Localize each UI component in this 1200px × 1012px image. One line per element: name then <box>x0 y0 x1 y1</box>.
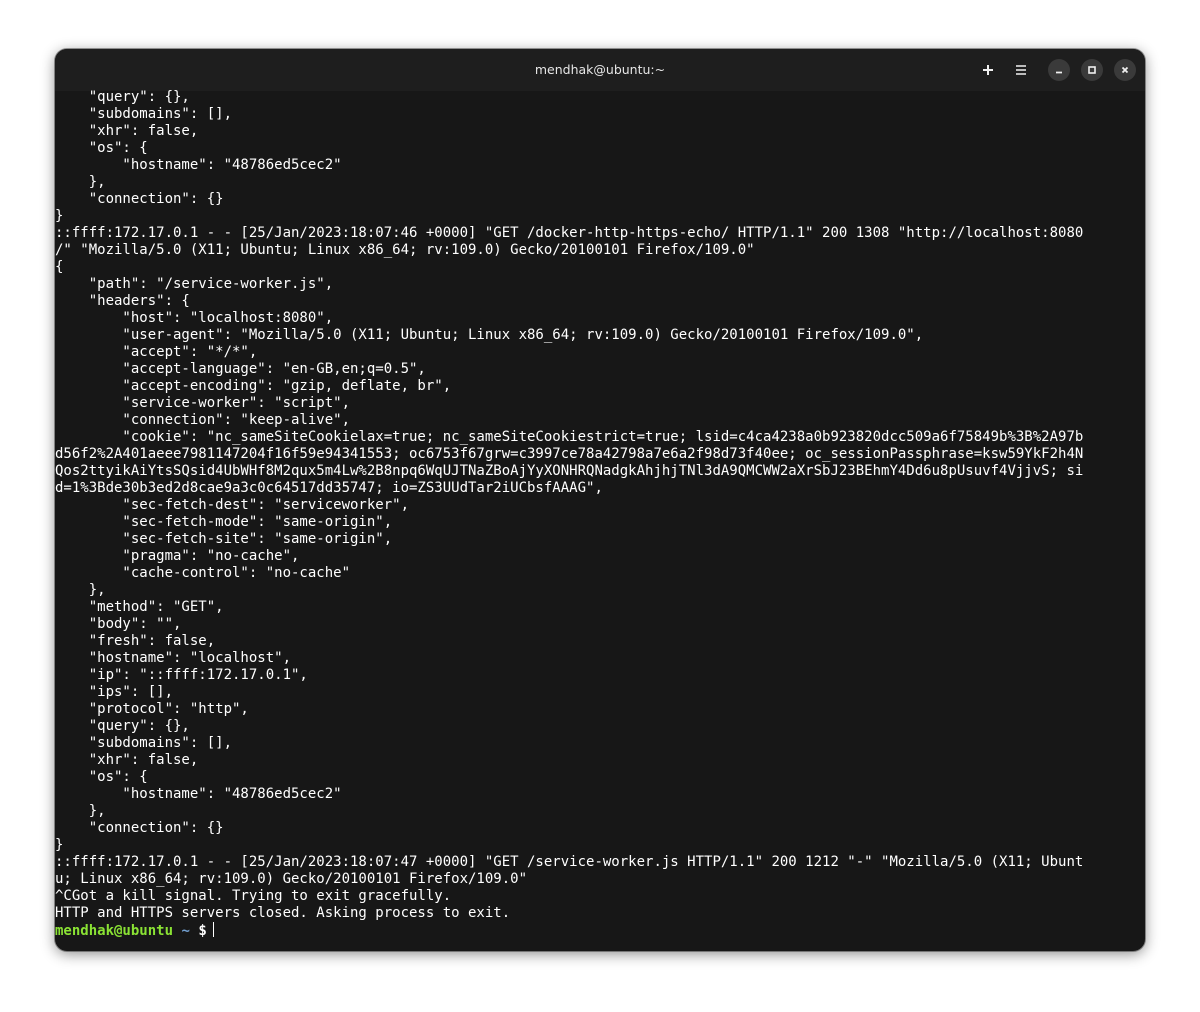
prompt-symbol: $ <box>198 923 207 939</box>
terminal-line: ^CGot a kill signal. Trying to exit grac… <box>55 888 452 904</box>
titlebar: mendhak@ubuntu:~ <box>55 49 1145 91</box>
terminal-line: "xhr": false, <box>55 123 199 139</box>
hamburger-menu-icon[interactable] <box>1010 59 1032 81</box>
terminal-line: "xhr": false, <box>55 752 199 768</box>
terminal-line: "os": { <box>55 769 148 785</box>
terminal-line: HTTP and HTTPS servers closed. Asking pr… <box>55 905 511 921</box>
terminal-line: "accept-encoding": "gzip, deflate, br", <box>55 378 452 394</box>
terminal-line: "query": {}, <box>55 89 190 105</box>
terminal-line: "protocol": "http", <box>55 701 249 717</box>
terminal-line: "sec-fetch-dest": "serviceworker", <box>55 497 410 513</box>
terminal-line: u; Linux x86_64; rv:109.0) Gecko/2010010… <box>55 871 528 887</box>
terminal-window: mendhak@ubuntu:~ "query": {}, "subdomain… <box>55 49 1145 951</box>
terminal-line: "body": "", <box>55 616 182 632</box>
terminal-line: d=1%3Bde30b3ed2d8cae9a3c0c64517dd35747; … <box>55 480 603 496</box>
terminal-line: "connection": {} <box>55 820 224 836</box>
terminal-line: "user-agent": "Mozilla/5.0 (X11; Ubuntu;… <box>55 327 924 343</box>
terminal-line: }, <box>55 174 106 190</box>
terminal-line: "path": "/service-worker.js", <box>55 276 334 292</box>
terminal-line: "ips": [], <box>55 684 174 700</box>
terminal-line: } <box>55 208 64 224</box>
terminal-line: "fresh": false, <box>55 633 216 649</box>
terminal-line: "sec-fetch-site": "same-origin", <box>55 531 393 547</box>
terminal-line: { <box>55 259 64 275</box>
terminal-line: "connection": {} <box>55 191 224 207</box>
terminal-line: "cookie": "nc_sameSiteCookielax=true; nc… <box>55 429 1084 445</box>
terminal-line: }, <box>55 582 106 598</box>
prompt-user-host: mendhak@ubuntu <box>55 923 174 939</box>
terminal-line: "subdomains": [], <box>55 735 233 751</box>
terminal-line: "pragma": "no-cache", <box>55 548 300 564</box>
terminal-line: /" "Mozilla/5.0 (X11; Ubuntu; Linux x86_… <box>55 242 755 258</box>
terminal-line: Qos2ttyikAiYtsSQsid4UbWHf8M2qux5m4Lw%2B8… <box>55 463 1084 479</box>
close-icon[interactable] <box>1114 59 1136 81</box>
terminal-line: "subdomains": [], <box>55 106 233 122</box>
plus-icon[interactable] <box>977 59 999 81</box>
terminal-line: "sec-fetch-mode": "same-origin", <box>55 514 393 530</box>
terminal-line: "accept": "*/*", <box>55 344 258 360</box>
terminal-line: "method": "GET", <box>55 599 224 615</box>
terminal-line: "os": { <box>55 140 148 156</box>
terminal-output[interactable]: "query": {}, "subdomains": [], "xhr": fa… <box>55 89 1145 949</box>
terminal-line: }, <box>55 803 106 819</box>
terminal-line: "service-worker": "script", <box>55 395 351 411</box>
terminal-line: "headers": { <box>55 293 190 309</box>
terminal-line: ::ffff:172.17.0.1 - - [25/Jan/2023:18:07… <box>55 225 1084 241</box>
prompt-path: ~ <box>181 923 190 939</box>
shell-prompt[interactable]: mendhak@ubuntu ~ $ <box>55 922 1145 939</box>
terminal-line: } <box>55 837 64 853</box>
terminal-line: "cache-control": "no-cache" <box>55 565 351 581</box>
terminal-line: "ip": "::ffff:172.17.0.1", <box>55 667 308 683</box>
terminal-line: "connection": "keep-alive", <box>55 412 351 428</box>
maximize-icon[interactable] <box>1081 59 1103 81</box>
terminal-line: "hostname": "48786ed5cec2" <box>55 157 342 173</box>
terminal-lines: "query": {}, "subdomains": [], "xhr": fa… <box>55 89 1145 922</box>
terminal-line: ::ffff:172.17.0.1 - - [25/Jan/2023:18:07… <box>55 854 1084 870</box>
terminal-line: "hostname": "localhost", <box>55 650 292 666</box>
terminal-line: "host": "localhost:8080", <box>55 310 334 326</box>
terminal-line: "hostname": "48786ed5cec2" <box>55 786 342 802</box>
terminal-line: "accept-language": "en-GB,en;q=0.5", <box>55 361 426 377</box>
text-cursor <box>212 922 214 937</box>
terminal-line: d56f2%2A401aeee7981147204f16f59e94341553… <box>55 446 1084 462</box>
minimize-icon[interactable] <box>1048 59 1070 81</box>
terminal-line: "query": {}, <box>55 718 190 734</box>
